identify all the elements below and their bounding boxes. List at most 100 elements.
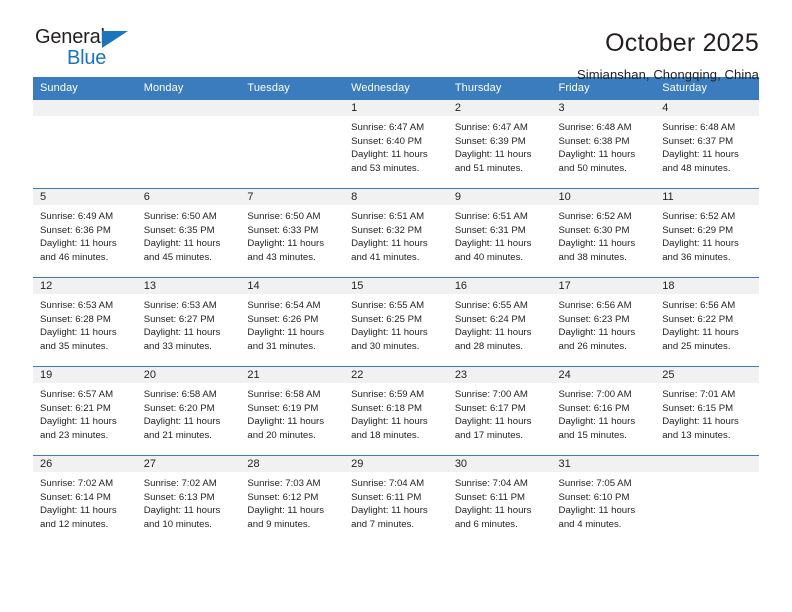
daylight-duration: Daylight: 11 hours and 48 minutes. — [662, 149, 739, 174]
generalblue-logo[interactable]: General Blue — [33, 26, 145, 74]
sunrise-time: Sunrise: 6:57 AM — [40, 389, 114, 400]
daylight-duration: Daylight: 11 hours and 43 minutes. — [247, 238, 325, 263]
calendar-day-cell[interactable]: 8 Sunrise: 6:51 AM Sunset: 6:32 PM Daylight… — [344, 188, 448, 278]
sunset-time: Sunset: 6:32 PM — [351, 224, 423, 236]
calendar-day-cell[interactable]: 10 Sunrise: 6:52 AM Sunset: 6:30 PM Dayligh… — [551, 188, 656, 278]
calendar-day-cell[interactable]: 1 Sunrise: 6:47 AM Sunset: 6:40 PM Daylight… — [344, 99, 448, 189]
day-number: 20 — [136, 367, 241, 383]
calendar-day-cell[interactable]: 14 Sunrise: 6:54 AM Sunset: 6:26 PM Dayligh… — [240, 277, 345, 367]
day-details: Sunrise: 6:54 AM Sunset: 6:26 PM Daylight:… — [240, 294, 344, 353]
daylight-duration: Daylight: 11 hours and 40 minutes. — [454, 238, 532, 263]
calendar-day-cell[interactable]: 6 Sunrise: 6:50 AM Sunset: 6:35 PM Daylight… — [136, 188, 241, 278]
calendar-day-cell[interactable]: 19 Sunrise: 6:57 AM Sunset: 6:21 PM Dayligh… — [33, 366, 137, 456]
calendar-day-cell[interactable]: 5 Sunrise: 6:49 AM Sunset: 6:36 PM Daylight… — [33, 188, 137, 278]
calendar-day-cell[interactable]: 13 Sunrise: 6:53 AM Sunset: 6:27 PM Dayligh… — [136, 277, 241, 367]
sunset-time: Sunset: 6:11 PM — [351, 491, 422, 503]
calendar-day-cell[interactable]: 7 Sunrise: 6:50 AM Sunset: 6:33 PM Daylight… — [240, 188, 345, 278]
day-number: 12 — [33, 278, 137, 294]
daylight-duration: Daylight: 11 hours and 50 minutes. — [558, 149, 636, 174]
daylight-duration: Daylight: 11 hours and 7 minutes. — [351, 505, 428, 530]
calendar-day-cell[interactable]: 3 Sunrise: 6:48 AM Sunset: 6:38 PM Daylight… — [551, 99, 656, 189]
daylight-duration: Daylight: 11 hours and 4 minutes. — [558, 505, 636, 530]
weekday-header-monday: Monday — [136, 77, 241, 100]
calendar-page: General Blue October 2025 Simianshan, Ch… — [0, 0, 792, 612]
calendar-day-cell[interactable]: 25 Sunrise: 7:01 AM Sunset: 6:15 PM Dayligh… — [655, 366, 759, 456]
daylight-duration: Daylight: 11 hours and 17 minutes. — [454, 416, 532, 441]
daylight-duration: Daylight: 11 hours and 6 minutes. — [454, 505, 532, 530]
calendar-day-cell[interactable]: 23 Sunrise: 7:00 AM Sunset: 6:17 PM Dayligh… — [447, 366, 552, 456]
daylight-duration: Daylight: 11 hours and 18 minutes. — [351, 416, 428, 441]
logo-text-general: General — [35, 26, 105, 48]
day-details: Sunrise: 7:00 AM Sunset: 6:17 PM Daylight:… — [448, 383, 552, 442]
day-number: 6 — [136, 189, 241, 205]
day-details: Sunrise: 6:47 AM Sunset: 6:39 PM Daylight:… — [448, 116, 552, 175]
day-details: Sunrise: 6:56 AM Sunset: 6:22 PM Daylight:… — [655, 294, 759, 353]
calendar-day-cell[interactable]: 26 Sunrise: 7:02 AM Sunset: 6:14 PM Dayligh… — [33, 455, 137, 545]
daylight-duration: Daylight: 11 hours and 23 minutes. — [40, 416, 117, 441]
day-number — [655, 456, 759, 472]
day-number: 23 — [447, 367, 552, 383]
sunrise-time: Sunrise: 6:51 AM — [351, 211, 425, 222]
calendar-day-cell[interactable]: 30 Sunrise: 7:04 AM Sunset: 6:11 PM Dayligh… — [447, 455, 552, 545]
calendar-day-cell[interactable]: 16 Sunrise: 6:55 AM Sunset: 6:24 PM Dayligh… — [447, 277, 552, 367]
calendar-day-cell[interactable]: 11 Sunrise: 6:52 AM Sunset: 6:29 PM Dayligh… — [655, 188, 759, 278]
day-details: Sunrise: 7:05 AM Sunset: 6:10 PM Daylight:… — [552, 472, 656, 531]
calendar-day-cell[interactable]: 21 Sunrise: 6:58 AM Sunset: 6:19 PM Dayligh… — [240, 366, 345, 456]
calendar-day-cell[interactable]: 29 Sunrise: 7:04 AM Sunset: 6:11 PM Dayligh… — [344, 455, 448, 545]
day-number: 9 — [447, 189, 552, 205]
sunset-time: Sunset: 6:12 PM — [247, 491, 319, 503]
calendar-day-cell[interactable]: 17 Sunrise: 6:56 AM Sunset: 6:23 PM Dayligh… — [551, 277, 656, 367]
day-number: 25 — [655, 367, 759, 383]
calendar-day-cell[interactable]: 28 Sunrise: 7:03 AM Sunset: 6:12 PM Dayligh… — [240, 455, 345, 545]
sunrise-time: Sunrise: 6:48 AM — [662, 122, 736, 133]
calendar-day-cell[interactable]: 4 Sunrise: 6:48 AM Sunset: 6:37 PM Daylight… — [655, 99, 759, 189]
calendar-day-cell[interactable]: 24 Sunrise: 7:00 AM Sunset: 6:16 PM Dayligh… — [551, 366, 656, 456]
daylight-duration: Daylight: 11 hours and 9 minutes. — [247, 505, 325, 530]
daylight-duration: Daylight: 11 hours and 35 minutes. — [40, 327, 117, 352]
sunset-time: Sunset: 6:31 PM — [454, 224, 526, 236]
day-details: Sunrise: 7:01 AM Sunset: 6:15 PM Daylight:… — [655, 383, 759, 442]
calendar-day-cell[interactable]: 20 Sunrise: 6:58 AM Sunset: 6:20 PM Dayligh… — [136, 366, 241, 456]
sunset-time: Sunset: 6:14 PM — [40, 491, 111, 503]
sunset-time: Sunset: 6:10 PM — [558, 491, 630, 503]
sunrise-time: Sunrise: 6:50 AM — [247, 211, 321, 222]
sunset-time: Sunset: 6:20 PM — [143, 402, 215, 414]
sunrise-time: Sunrise: 6:58 AM — [143, 389, 217, 400]
day-number: 7 — [240, 189, 345, 205]
sunset-time: Sunset: 6:13 PM — [143, 491, 215, 503]
calendar-day-cell[interactable]: 2 Sunrise: 6:47 AM Sunset: 6:39 PM Daylight… — [447, 99, 552, 189]
day-number: 4 — [655, 100, 759, 116]
day-details: Sunrise: 7:04 AM Sunset: 6:11 PM Daylight:… — [448, 472, 552, 531]
sunrise-time: Sunrise: 6:58 AM — [247, 389, 321, 400]
calendar-day-cell[interactable]: 9 Sunrise: 6:51 AM Sunset: 6:31 PM Daylight… — [447, 188, 552, 278]
calendar-day-cell[interactable]: 18 Sunrise: 6:56 AM Sunset: 6:22 PM Dayligh… — [655, 277, 759, 367]
day-details: Sunrise: 6:53 AM Sunset: 6:28 PM Daylight:… — [33, 294, 137, 353]
weekday-header-wednesday: Wednesday — [344, 77, 448, 100]
weekday-header-thursday: Thursday — [447, 77, 552, 100]
sunrise-time: Sunrise: 6:52 AM — [662, 211, 736, 222]
calendar-day-cell[interactable]: 15 Sunrise: 6:55 AM Sunset: 6:25 PM Dayligh… — [344, 277, 448, 367]
daylight-duration: Daylight: 11 hours and 20 minutes. — [247, 416, 325, 441]
day-details: Sunrise: 6:48 AM Sunset: 6:38 PM Daylight:… — [552, 116, 656, 175]
calendar-day-cell[interactable]: 27 Sunrise: 7:02 AM Sunset: 6:13 PM Dayligh… — [136, 455, 241, 545]
daylight-duration: Daylight: 11 hours and 10 minutes. — [143, 505, 221, 530]
day-number: 13 — [136, 278, 241, 294]
calendar-day-cell[interactable]: 12 Sunrise: 6:53 AM Sunset: 6:28 PM Dayligh… — [33, 277, 137, 367]
sunrise-sunset-calendar: Sunday Monday Tuesday Wednesday Thursday Frid… — [33, 77, 759, 545]
day-details: Sunrise: 6:51 AM Sunset: 6:31 PM Daylight:… — [448, 205, 552, 264]
calendar-day-cell[interactable]: 31 Sunrise: 7:05 AM Sunset: 6:10 PM Dayligh… — [551, 455, 656, 545]
day-number: 19 — [33, 367, 137, 383]
day-details: Sunrise: 6:51 AM Sunset: 6:32 PM Daylight:… — [344, 205, 448, 264]
day-details: Sunrise: 7:02 AM Sunset: 6:14 PM Daylight:… — [33, 472, 137, 531]
day-number: 17 — [551, 278, 656, 294]
sunset-time: Sunset: 6:39 PM — [454, 135, 526, 147]
daylight-duration: Daylight: 11 hours and 53 minutes. — [351, 149, 428, 174]
sunset-time: Sunset: 6:40 PM — [351, 135, 423, 147]
sunset-time: Sunset: 6:29 PM — [662, 224, 734, 236]
day-number: 31 — [551, 456, 656, 472]
sunset-time: Sunset: 6:27 PM — [143, 313, 215, 325]
location-subtitle: Simianshan, Chongqing, China — [576, 67, 759, 82]
sunrise-time: Sunrise: 7:01 AM — [662, 389, 736, 400]
calendar-day-cell[interactable]: 22 Sunrise: 6:59 AM Sunset: 6:18 PM Dayligh… — [344, 366, 448, 456]
day-details: Sunrise: 6:58 AM Sunset: 6:19 PM Daylight:… — [240, 383, 344, 442]
